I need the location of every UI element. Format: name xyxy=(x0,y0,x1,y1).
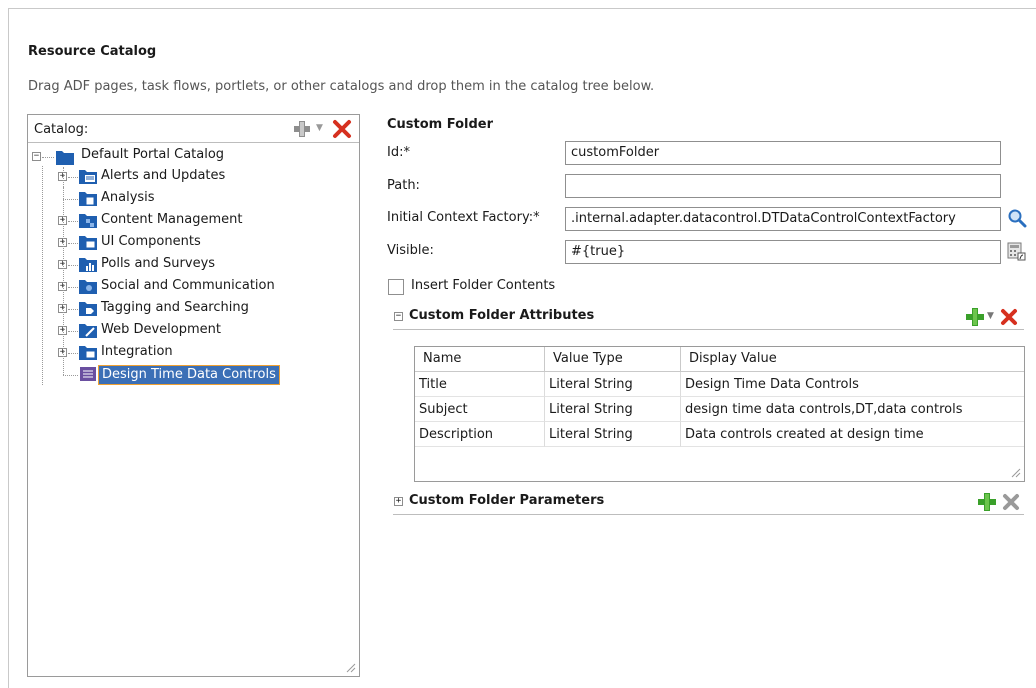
tree-item[interactable]: Analysis xyxy=(28,187,358,209)
tree-item-label: Design Time Data Controls xyxy=(98,365,280,385)
tagging-folder-icon xyxy=(79,302,97,316)
tree-item-label: Alerts and Updates xyxy=(101,168,226,183)
column-header-display-value[interactable]: Display Value xyxy=(681,347,1024,372)
tree-item-label: Integration xyxy=(101,344,173,359)
column-header-value-type[interactable]: Value Type xyxy=(545,347,681,372)
delete-icon[interactable] xyxy=(331,119,353,139)
integration-folder-icon xyxy=(79,346,97,360)
alerts-folder-icon xyxy=(79,170,97,184)
table-cell[interactable]: Data controls created at design time xyxy=(681,422,1024,447)
parameters-section-header: + Custom Folder Parameters xyxy=(393,491,1024,515)
column-header-name[interactable]: Name xyxy=(415,347,545,372)
tree-item[interactable]: + Social and Communication xyxy=(28,275,358,297)
tree-item-selected[interactable]: Design Time Data Controls xyxy=(28,167,358,385)
table-cell[interactable]: Literal String xyxy=(545,372,681,397)
expand-toggle[interactable]: − xyxy=(32,152,41,161)
polls-folder-icon xyxy=(79,258,97,272)
web-dev-folder-icon xyxy=(79,324,97,338)
catalog-label: Catalog: xyxy=(34,122,89,137)
tree-item-default-portal-catalog[interactable]: Default Portal Catalog xyxy=(81,147,224,162)
initial-context-factory-label: Initial Context Factory:* xyxy=(387,210,540,225)
ui-components-folder-icon xyxy=(79,236,97,250)
tree-item[interactable]: + Content Management xyxy=(28,209,358,231)
catalog-header: Catalog: ▼ xyxy=(28,115,359,143)
tree-item[interactable]: + UI Components xyxy=(28,231,358,253)
table-cell[interactable]: design time data controls,DT,data contro… xyxy=(681,397,1024,422)
page-description: Drag ADF pages, task flows, portlets, or… xyxy=(28,79,655,94)
insert-folder-contents-checkbox[interactable] xyxy=(388,279,404,295)
expression-builder-icon[interactable] xyxy=(1006,241,1026,261)
parameters-title: Custom Folder Parameters xyxy=(409,493,605,508)
catalog-panel: Catalog: ▼ − Default Portal Catalog + Al… xyxy=(27,114,360,677)
tree-item[interactable]: + Web Development xyxy=(28,319,358,341)
add-icon[interactable] xyxy=(977,492,997,512)
attributes-section-header: − Custom Folder Attributes ▼ xyxy=(393,306,1024,330)
tree-item[interactable]: + Alerts and Updates xyxy=(28,165,358,187)
add-icon[interactable] xyxy=(291,119,313,139)
tree-item-label: Tagging and Searching xyxy=(101,300,249,315)
tree-item[interactable]: + Polls and Surveys xyxy=(28,253,358,275)
id-field[interactable]: customFolder xyxy=(565,141,1001,165)
table-cell[interactable]: Literal String xyxy=(545,397,681,422)
resize-grip-icon[interactable] xyxy=(344,661,356,673)
folder-icon xyxy=(56,151,74,165)
content-folder-icon xyxy=(79,214,97,228)
tree-item-label: Web Development xyxy=(101,322,221,337)
table-cell[interactable]: Description xyxy=(415,422,545,447)
add-dropdown-icon[interactable]: ▼ xyxy=(987,311,994,321)
tree-item-label: Analysis xyxy=(101,190,155,205)
add-dropdown-icon[interactable]: ▼ xyxy=(316,120,326,136)
analysis-folder-icon xyxy=(79,192,97,206)
resize-grip-icon[interactable] xyxy=(1009,466,1021,478)
tree-item-label: Content Management xyxy=(101,212,243,227)
search-icon[interactable] xyxy=(1007,208,1027,228)
custom-folder-title: Custom Folder xyxy=(387,117,494,132)
visible-label: Visible: xyxy=(387,243,434,258)
data-controls-icon xyxy=(80,367,96,381)
attributes-table: Name Value Type Display Value Title Lite… xyxy=(414,346,1025,482)
table-cell[interactable]: Title xyxy=(415,372,545,397)
tree-item[interactable]: + Integration xyxy=(28,341,358,363)
table-cell[interactable]: Subject xyxy=(415,397,545,422)
initial-context-factory-field[interactable]: .internal.adapter.datacontrol.DTDataCont… xyxy=(565,207,1001,231)
delete-icon[interactable] xyxy=(1001,492,1021,512)
path-field[interactable] xyxy=(565,174,1001,198)
expand-toggle[interactable]: + xyxy=(394,497,403,506)
collapse-toggle[interactable]: − xyxy=(394,312,403,321)
tree-item-label: UI Components xyxy=(101,234,201,249)
visible-field[interactable]: #{true} xyxy=(565,240,1001,264)
insert-folder-contents-label: Insert Folder Contents xyxy=(411,278,556,293)
delete-icon[interactable] xyxy=(999,307,1019,327)
tree-item-label: Social and Communication xyxy=(101,278,275,293)
path-label: Path: xyxy=(387,178,420,193)
tree-item[interactable]: + Tagging and Searching xyxy=(28,297,358,319)
page-title: Resource Catalog xyxy=(28,44,157,59)
attributes-title: Custom Folder Attributes xyxy=(409,308,595,323)
add-icon[interactable] xyxy=(965,307,985,327)
table-cell[interactable]: Literal String xyxy=(545,422,681,447)
id-label: Id:* xyxy=(387,145,410,160)
tree-item-label: Polls and Surveys xyxy=(101,256,216,271)
table-cell[interactable]: Design Time Data Controls xyxy=(681,372,1024,397)
social-folder-icon xyxy=(79,280,97,294)
